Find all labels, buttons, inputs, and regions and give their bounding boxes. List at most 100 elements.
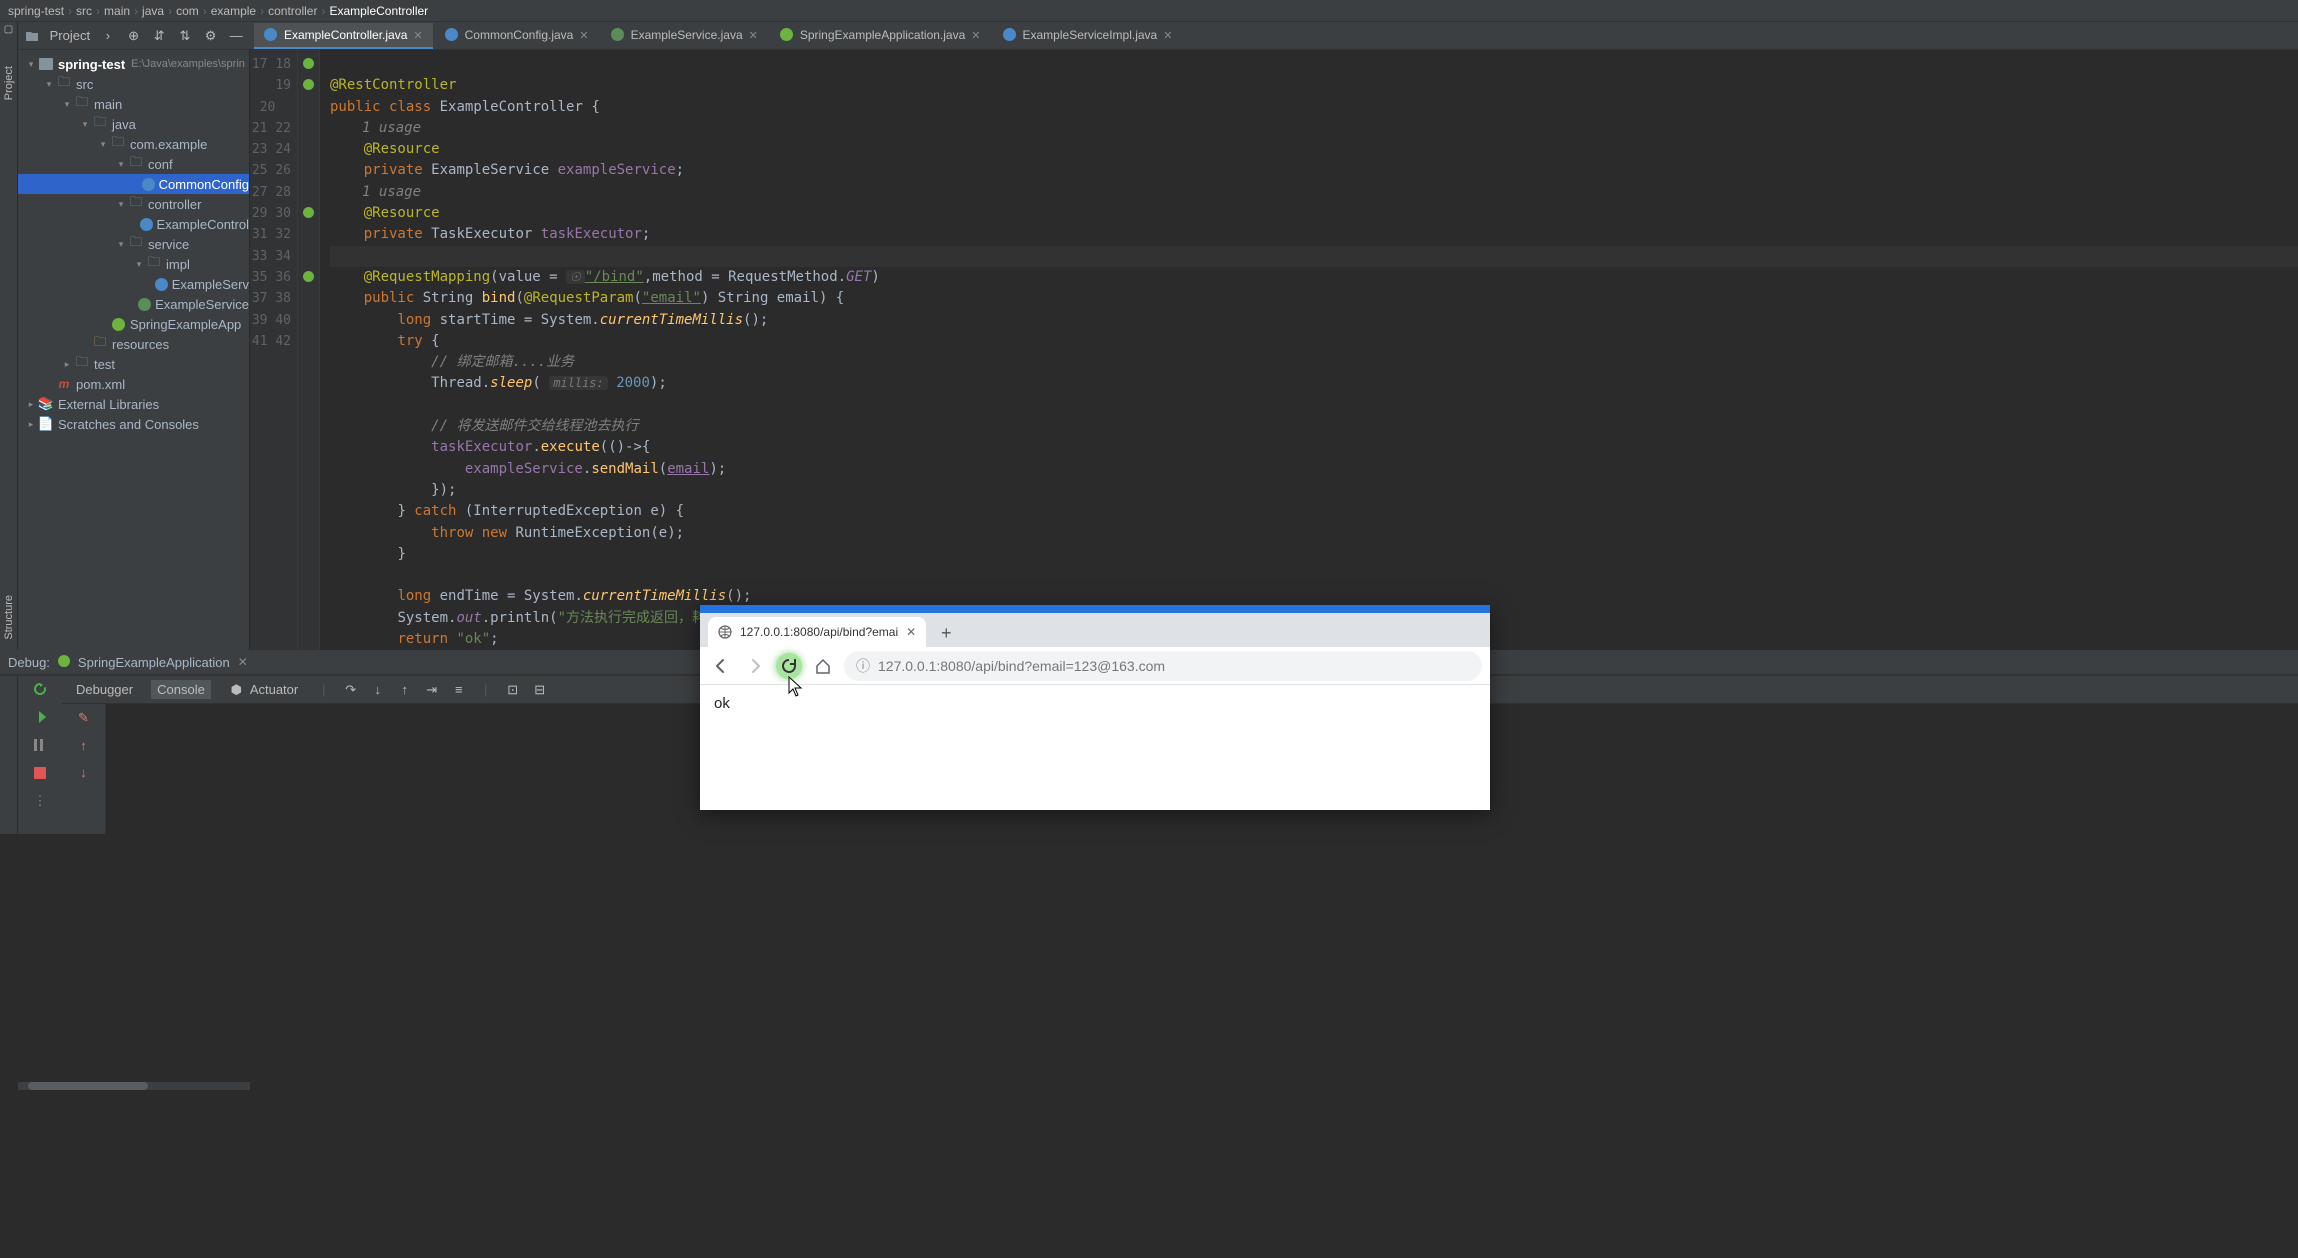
code-content[interactable]: @RestController public class ExampleCont… xyxy=(320,50,2298,650)
spring-gutter-icon[interactable] xyxy=(303,57,314,72)
collapse-icon[interactable]: ⇵ xyxy=(151,28,167,44)
editor-tab[interactable]: SpringExampleApplication.java ✕ xyxy=(770,23,991,49)
chevron-down-icon[interactable]: ▾ xyxy=(98,139,108,150)
close-icon[interactable]: ✕ xyxy=(1163,29,1172,42)
project-tool-tab-icon[interactable]: ▢ xyxy=(4,24,13,35)
spring-gutter-icon[interactable] xyxy=(303,270,314,285)
tree-item-pom[interactable]: mpom.xml xyxy=(18,374,249,394)
spring-gutter-icon[interactable] xyxy=(303,206,314,221)
crumb[interactable]: example xyxy=(211,4,256,18)
chevron-down-icon[interactable]: ▾ xyxy=(62,99,72,110)
close-icon[interactable]: ✕ xyxy=(238,655,248,669)
close-icon[interactable]: ✕ xyxy=(749,29,758,42)
step-into-icon[interactable]: ↓ xyxy=(370,682,385,697)
tree-item-class[interactable]: ExampleControl xyxy=(18,214,249,234)
tree-item-external-libs[interactable]: ▸📚External Libraries xyxy=(18,394,249,414)
spring-gutter-icon[interactable] xyxy=(303,78,314,93)
tree-item-class[interactable]: CommonConfig xyxy=(18,174,249,194)
forward-button[interactable] xyxy=(742,653,768,679)
target-icon[interactable]: ⊕ xyxy=(126,28,142,44)
chevron-right-icon[interactable]: ▸ xyxy=(26,419,36,430)
tree-item-interface[interactable]: ExampleService xyxy=(18,294,249,314)
tree-item-java[interactable]: ▾🗀java xyxy=(18,114,249,134)
browser-window[interactable]: 127.0.0.1:8080/api/bind?emai ✕ + ⓘ 127.0… xyxy=(700,605,1490,810)
chevron-down-icon[interactable]: ▾ xyxy=(44,79,54,90)
step-out-icon[interactable]: ↑ xyxy=(397,682,412,697)
step-over-icon[interactable]: ↷ xyxy=(343,682,358,697)
tree-item-scratches[interactable]: ▸📄Scratches and Consoles xyxy=(18,414,249,434)
chevron-right-icon[interactable]: › xyxy=(100,28,116,44)
crumb[interactable]: src xyxy=(76,4,92,18)
tree-item-package[interactable]: ▾🗀conf xyxy=(18,154,249,174)
tree-item-test[interactable]: ▸🗀test xyxy=(18,354,249,374)
stop-button[interactable] xyxy=(31,764,49,782)
browser-tab[interactable]: 127.0.0.1:8080/api/bind?emai ✕ xyxy=(708,617,926,647)
evaluate-icon[interactable]: ≡ xyxy=(451,682,466,697)
settings-icon[interactable]: ⊟ xyxy=(532,682,547,697)
crumb[interactable]: controller xyxy=(268,4,317,18)
editor-tab[interactable]: ExampleService.java ✕ xyxy=(601,23,768,49)
back-button[interactable] xyxy=(708,653,734,679)
gear-icon[interactable]: ⚙ xyxy=(203,28,219,44)
chevron-down-icon[interactable]: ▾ xyxy=(134,259,144,270)
close-icon[interactable]: ✕ xyxy=(413,29,422,42)
tree-root[interactable]: ▾ spring-test E:\Java\examples\sprin xyxy=(18,54,249,74)
tree-item-package[interactable]: ▾🗀controller xyxy=(18,194,249,214)
run-config-name[interactable]: SpringExampleApplication xyxy=(78,655,230,670)
tree-item-spring-app[interactable]: SpringExampleApp xyxy=(18,314,249,334)
chevron-right-icon[interactable]: ▸ xyxy=(62,359,72,370)
editor-tab[interactable]: ExampleController.java ✕ xyxy=(254,23,433,49)
down-button[interactable]: ↓ xyxy=(80,765,87,780)
resume-button[interactable] xyxy=(31,708,49,726)
more-button[interactable]: ⋮ xyxy=(31,792,49,810)
chevron-down-icon[interactable]: ▾ xyxy=(116,239,126,250)
crumb[interactable]: com xyxy=(176,4,199,18)
crumb[interactable]: spring-test xyxy=(8,4,64,18)
project-view-icon[interactable] xyxy=(24,28,40,44)
reload-button[interactable] xyxy=(776,653,802,679)
step-button[interactable] xyxy=(31,736,49,754)
tree-item-resources[interactable]: 🗀resources xyxy=(18,334,249,354)
project-label[interactable]: Project xyxy=(50,28,90,43)
chevron-right-icon[interactable]: ▸ xyxy=(26,399,36,410)
up-button[interactable]: ↑ xyxy=(80,738,87,753)
usage-hint[interactable]: 1 usage xyxy=(362,184,421,200)
tree-item-package[interactable]: ▾🗀impl xyxy=(18,254,249,274)
close-icon[interactable]: ✕ xyxy=(579,29,588,42)
home-button[interactable] xyxy=(810,653,836,679)
chevron-down-icon[interactable]: ▾ xyxy=(80,119,90,130)
chevron-down-icon[interactable]: ▾ xyxy=(116,159,126,170)
address-bar[interactable]: ⓘ 127.0.0.1:8080/api/bind?email=123@163.… xyxy=(844,651,1482,681)
debug-label: Debug: xyxy=(8,655,50,670)
close-icon[interactable]: ✕ xyxy=(906,625,916,639)
editor-tab[interactable]: CommonConfig.java ✕ xyxy=(435,23,599,49)
chevron-down-icon[interactable]: ▾ xyxy=(116,199,126,210)
editor-tab[interactable]: ExampleServiceImpl.java ✕ xyxy=(993,23,1183,49)
debugger-tab[interactable]: Debugger xyxy=(70,680,139,699)
tree-item-main[interactable]: ▾🗀main xyxy=(18,94,249,114)
new-tab-button[interactable]: + xyxy=(932,619,960,647)
view-breakpoints-icon[interactable]: ⊡ xyxy=(505,682,520,697)
scroll-end-button[interactable]: ✎ xyxy=(78,710,89,726)
crumb[interactable]: ExampleController xyxy=(329,4,428,18)
console-tab[interactable]: Console xyxy=(151,680,211,699)
tree-item-class[interactable]: ExampleServ xyxy=(18,274,249,294)
structure-vertical-tab[interactable]: Structure xyxy=(3,595,15,640)
usage-hint[interactable]: 1 usage xyxy=(362,120,421,136)
rerun-button[interactable] xyxy=(31,680,49,698)
crumb[interactable]: main xyxy=(104,4,130,18)
run-to-cursor-icon[interactable]: ⇥ xyxy=(424,682,439,697)
crumb[interactable]: java xyxy=(142,4,164,18)
chevron-down-icon[interactable]: ▾ xyxy=(26,59,36,70)
close-icon[interactable]: ✕ xyxy=(971,29,980,42)
hide-icon[interactable]: — xyxy=(228,28,244,44)
project-tree[interactable]: ▾ spring-test E:\Java\examples\sprin ▾🗀s… xyxy=(18,50,250,650)
project-vertical-tab[interactable]: Project xyxy=(3,66,15,100)
actuator-tab[interactable]: ⬢Actuator xyxy=(223,680,304,699)
code-editor[interactable]: 17 18 19 20 21 22 23 24 25 26 27 28 29 3… xyxy=(250,50,2298,650)
expand-icon[interactable]: ⇅ xyxy=(177,28,193,44)
tree-item-src[interactable]: ▾🗀src xyxy=(18,74,249,94)
tree-item-package[interactable]: ▾🗀com.example xyxy=(18,134,249,154)
tree-item-package[interactable]: ▾🗀service xyxy=(18,234,249,254)
site-info-icon[interactable]: ⓘ xyxy=(856,656,870,676)
